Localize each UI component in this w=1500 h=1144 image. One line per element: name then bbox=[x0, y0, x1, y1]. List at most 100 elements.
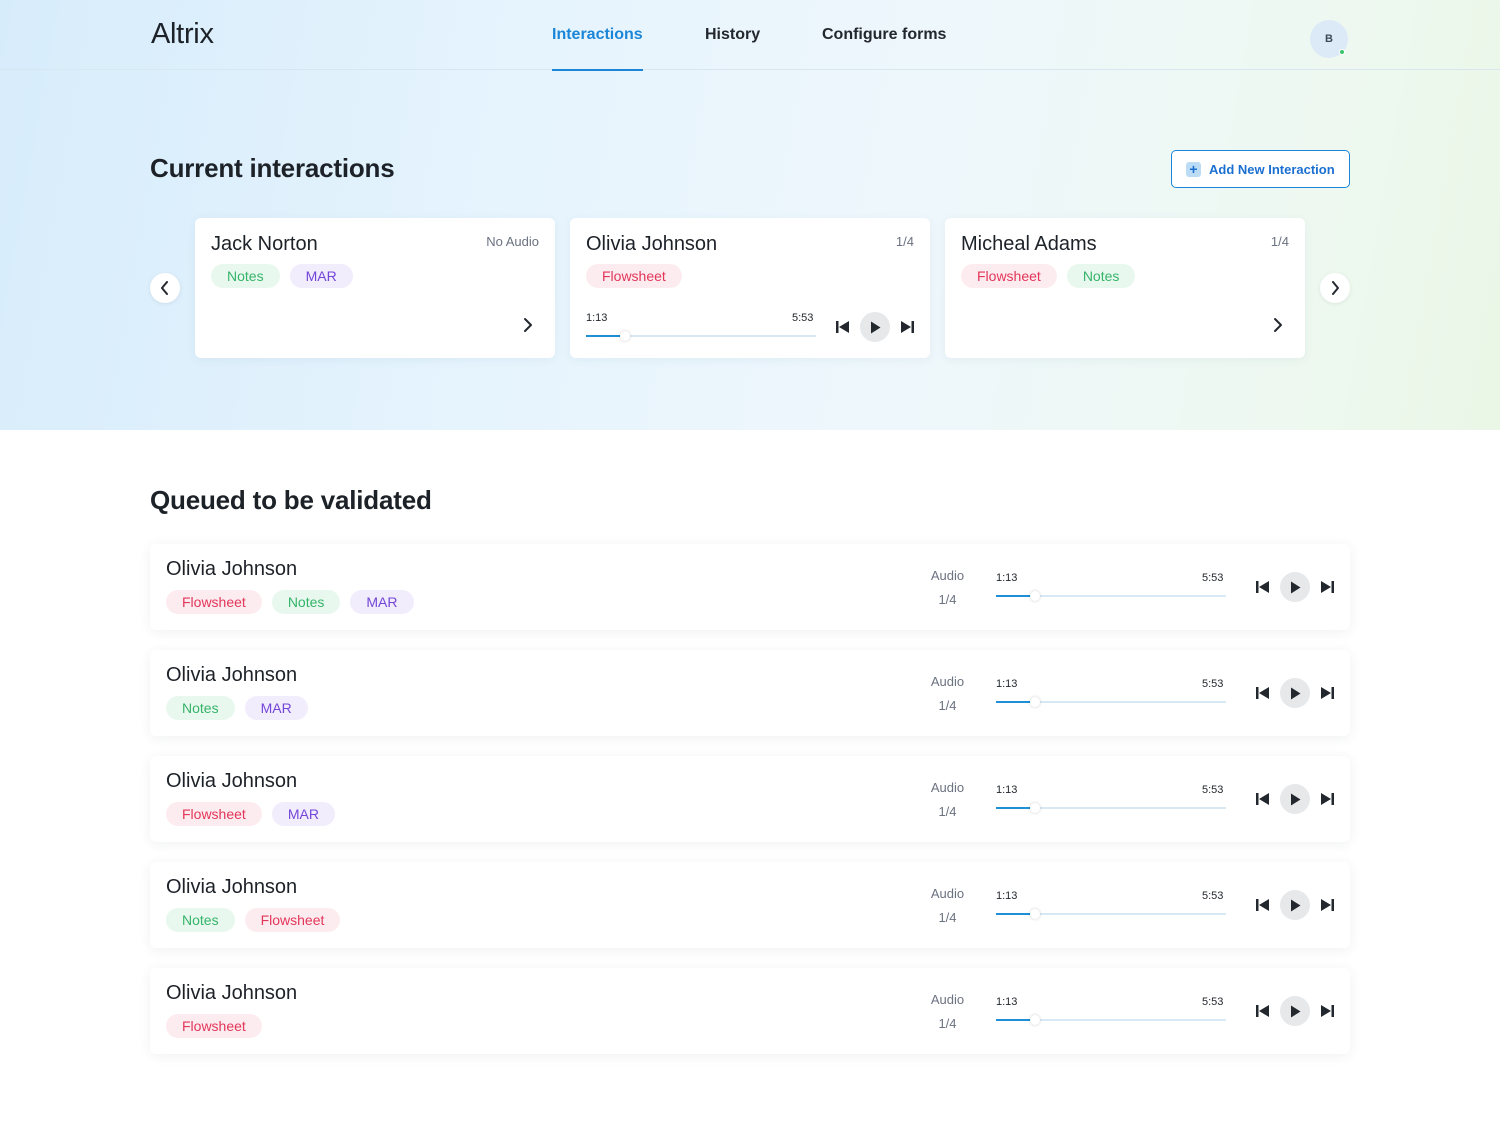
audio-count: 1/4 bbox=[1270, 234, 1289, 249]
tag-notes[interactable]: Notes bbox=[166, 908, 235, 932]
open-interaction-button[interactable] bbox=[1273, 317, 1283, 338]
interaction-card[interactable]: Jack Norton No Audio Notes MAR bbox=[195, 218, 555, 358]
play-icon bbox=[1291, 899, 1301, 911]
tag-mar[interactable]: MAR bbox=[271, 802, 335, 826]
skip-back-icon bbox=[836, 321, 849, 333]
audio-progress-handle[interactable] bbox=[620, 331, 631, 341]
carousel-prev-button[interactable] bbox=[150, 273, 180, 303]
tag-flowsheet[interactable]: Flowsheet bbox=[166, 802, 262, 826]
audio-progress-slider[interactable] bbox=[996, 909, 1226, 919]
play-icon bbox=[1291, 687, 1301, 699]
skip-forward-icon bbox=[1321, 793, 1334, 805]
patient-name: Micheal Adams bbox=[961, 233, 1097, 255]
tab-configure-forms[interactable]: Configure forms bbox=[822, 0, 946, 70]
total-time: 5:53 bbox=[1202, 784, 1224, 796]
tag-flowsheet[interactable]: Flowsheet bbox=[586, 264, 682, 288]
open-interaction-button[interactable] bbox=[523, 317, 533, 338]
current-time: 1:13 bbox=[996, 678, 1018, 690]
skip-back-icon bbox=[1256, 1005, 1269, 1017]
patient-name: Olivia Johnson bbox=[586, 233, 718, 255]
play-icon bbox=[1291, 581, 1301, 593]
skip-back-icon bbox=[1256, 899, 1269, 911]
audio-progress-handle[interactable] bbox=[1030, 591, 1041, 601]
interaction-card[interactable]: Olivia Johnson 1/4 Flowsheet 1:13 5:53 bbox=[570, 218, 930, 358]
tag-notes[interactable]: Notes bbox=[1066, 264, 1136, 288]
previous-track-button[interactable] bbox=[836, 320, 850, 339]
total-time: 5:53 bbox=[792, 312, 814, 324]
tag-notes[interactable]: Notes bbox=[166, 696, 235, 720]
audio-count: 1/4 bbox=[938, 910, 957, 925]
chevron-right-icon bbox=[1274, 318, 1282, 332]
next-track-button[interactable] bbox=[1320, 580, 1334, 599]
next-track-button[interactable] bbox=[1320, 1004, 1334, 1023]
tag-flowsheet[interactable]: Flowsheet bbox=[166, 590, 262, 614]
play-button[interactable] bbox=[860, 312, 890, 342]
skip-back-icon bbox=[1256, 581, 1269, 593]
play-icon bbox=[1291, 1005, 1301, 1017]
queue-row[interactable]: Olivia Johnson Notes MAR Audio 1/4 1:13 5… bbox=[150, 650, 1350, 736]
audio-progress-slider[interactable] bbox=[996, 591, 1226, 601]
tag-mar[interactable]: MAR bbox=[289, 264, 353, 288]
tag-flowsheet[interactable]: Flowsheet bbox=[166, 1014, 262, 1038]
skip-forward-icon bbox=[1321, 899, 1334, 911]
play-button[interactable] bbox=[1280, 678, 1310, 708]
app-logo: Altrix bbox=[151, 18, 214, 50]
play-button[interactable] bbox=[1280, 890, 1310, 920]
play-button[interactable] bbox=[1280, 572, 1310, 602]
next-track-button[interactable] bbox=[1320, 898, 1334, 917]
audio-progress-slider[interactable] bbox=[996, 1015, 1226, 1025]
add-new-interaction-button[interactable]: + Add New Interaction bbox=[1171, 150, 1350, 188]
audio-count: 1/4 bbox=[938, 804, 957, 819]
play-button[interactable] bbox=[1280, 996, 1310, 1026]
audio-progress-handle[interactable] bbox=[1030, 803, 1041, 813]
tag-mar[interactable]: MAR bbox=[244, 696, 308, 720]
add-new-interaction-label: Add New Interaction bbox=[1209, 161, 1335, 177]
audio-progress-slider[interactable] bbox=[996, 697, 1226, 707]
form-tags: Flowsheet Notes bbox=[961, 264, 1136, 288]
queue-row[interactable]: Olivia Johnson Flowsheet Audio 1/4 1:13 … bbox=[150, 968, 1350, 1054]
previous-track-button[interactable] bbox=[1256, 898, 1270, 917]
form-tags: Notes MAR bbox=[211, 264, 353, 288]
audio-count: 1/4 bbox=[938, 592, 957, 607]
audio-progress-handle[interactable] bbox=[1030, 909, 1041, 919]
tag-notes[interactable]: Notes bbox=[211, 264, 280, 288]
tag-flowsheet[interactable]: Flowsheet bbox=[244, 908, 341, 932]
skip-back-icon bbox=[1256, 793, 1269, 805]
current-time: 1:13 bbox=[586, 312, 608, 324]
form-tags: Notes Flowsheet bbox=[166, 908, 341, 932]
carousel-next-button[interactable] bbox=[1320, 273, 1350, 303]
next-track-button[interactable] bbox=[1320, 686, 1334, 705]
skip-forward-icon bbox=[1321, 1005, 1334, 1017]
tag-flowsheet[interactable]: Flowsheet bbox=[961, 264, 1057, 288]
previous-track-button[interactable] bbox=[1256, 1004, 1270, 1023]
audio-progress-handle[interactable] bbox=[1030, 697, 1041, 707]
previous-track-button[interactable] bbox=[1256, 686, 1270, 705]
audio-label: Audio bbox=[930, 886, 965, 901]
plus-icon: + bbox=[1186, 161, 1201, 177]
tab-history[interactable]: History bbox=[705, 0, 760, 70]
previous-track-button[interactable] bbox=[1256, 580, 1270, 599]
audio-progress-slider[interactable] bbox=[586, 331, 816, 341]
tab-interactions[interactable]: Interactions bbox=[552, 0, 643, 71]
tag-mar[interactable]: MAR bbox=[350, 590, 414, 614]
skip-back-icon bbox=[1256, 687, 1269, 699]
total-time: 5:53 bbox=[1202, 996, 1224, 1008]
interaction-card[interactable]: Micheal Adams 1/4 Flowsheet Notes bbox=[945, 218, 1305, 358]
audio-label: Audio bbox=[930, 568, 965, 583]
patient-name: Olivia Johnson bbox=[166, 982, 298, 1004]
queue-row[interactable]: Olivia Johnson Flowsheet Notes MAR Audio 1… bbox=[150, 544, 1350, 630]
chevron-right-icon bbox=[1332, 281, 1339, 295]
current-interactions-title: Current interactions bbox=[150, 153, 395, 183]
next-track-button[interactable] bbox=[1320, 792, 1334, 811]
user-avatar[interactable]: B bbox=[1310, 20, 1348, 58]
audio-status: No Audio bbox=[486, 234, 539, 249]
play-button[interactable] bbox=[1280, 784, 1310, 814]
audio-progress-slider[interactable] bbox=[996, 803, 1226, 813]
queue-row[interactable]: Olivia Johnson Notes Flowsheet Audio 1/4 … bbox=[150, 862, 1350, 948]
tag-notes[interactable]: Notes bbox=[271, 590, 341, 614]
queue-row[interactable]: Olivia Johnson Flowsheet MAR Audio 1/4 1:… bbox=[150, 756, 1350, 842]
previous-track-button[interactable] bbox=[1256, 792, 1270, 811]
next-track-button[interactable] bbox=[900, 320, 914, 339]
audio-progress-handle[interactable] bbox=[1030, 1015, 1041, 1025]
current-time: 1:13 bbox=[996, 784, 1018, 796]
